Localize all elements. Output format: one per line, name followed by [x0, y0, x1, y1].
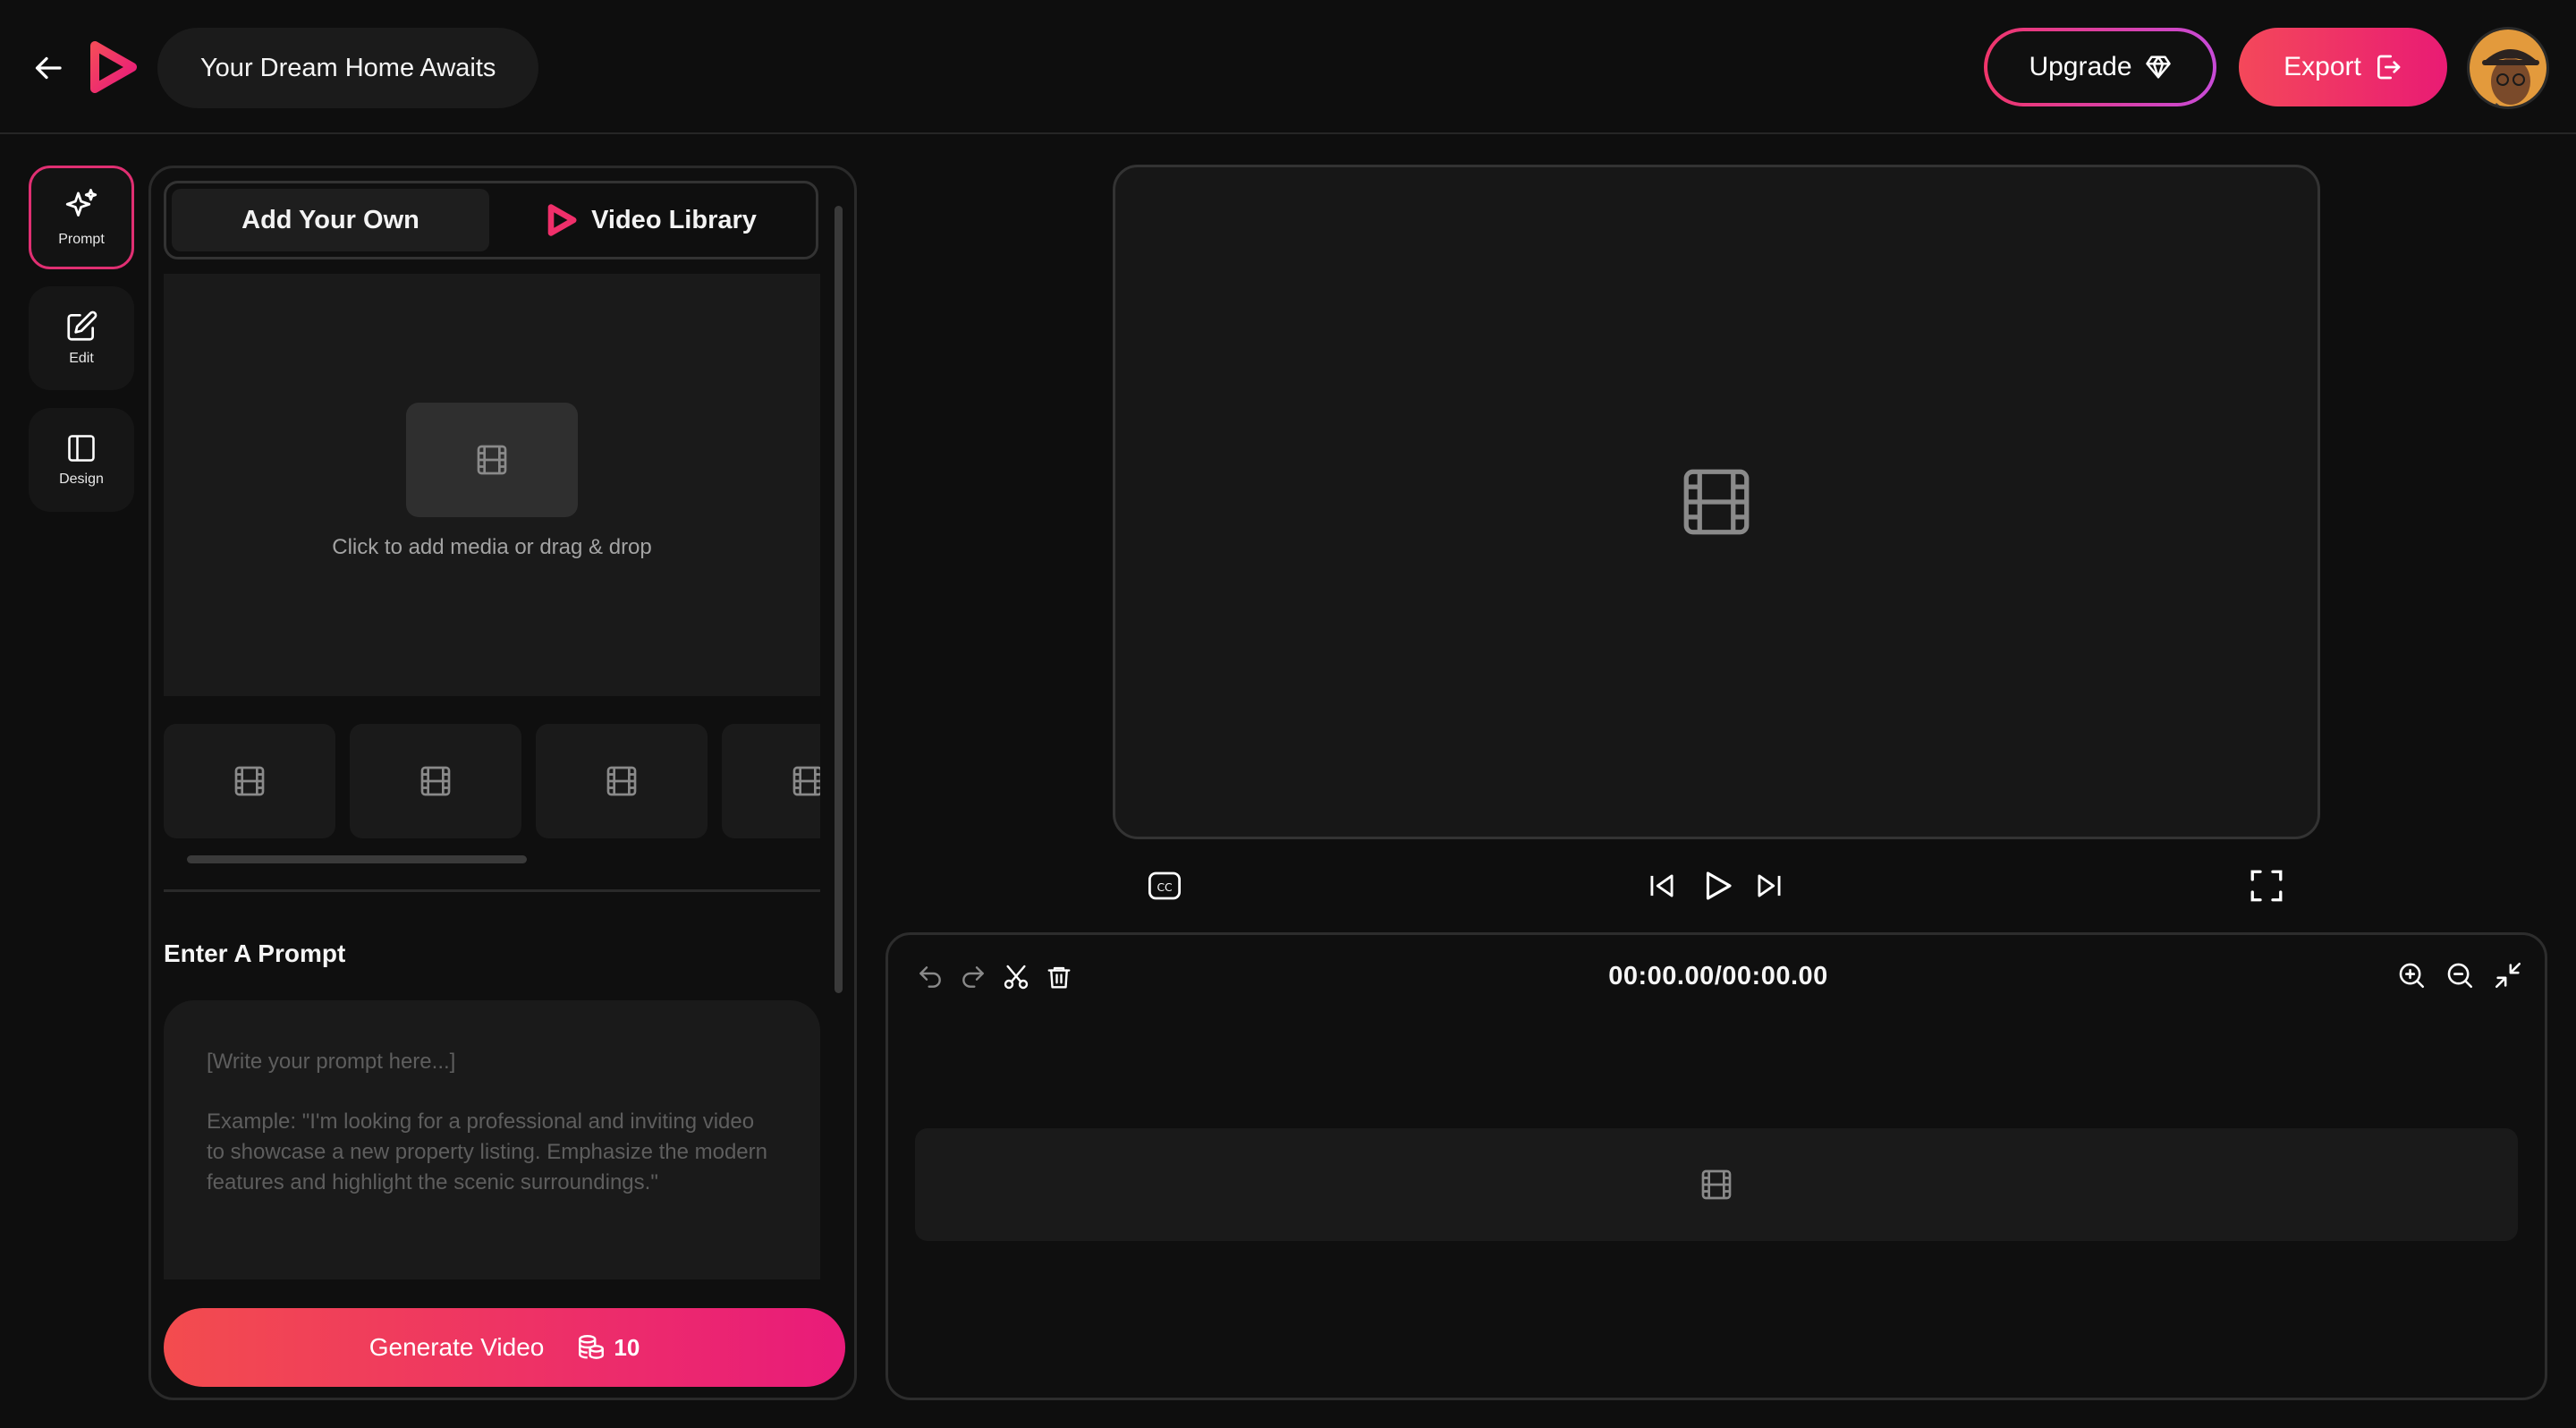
timeline-track[interactable] [915, 1128, 2518, 1241]
top-bar: Your Dream Home Awaits Upgrade Export [0, 0, 2576, 134]
media-thumbnail[interactable] [536, 724, 708, 838]
media-thumbnail[interactable] [722, 724, 820, 838]
play-icon[interactable] [1698, 866, 1737, 905]
export-button[interactable]: Export [2239, 28, 2447, 106]
media-thumbnail[interactable] [164, 724, 335, 838]
tab-add-your-own[interactable]: Add Your Own [172, 189, 489, 251]
export-label: Export [2284, 52, 2361, 81]
generate-label: Generate Video [369, 1333, 545, 1361]
film-icon [1699, 1167, 1734, 1203]
project-title[interactable]: Your Dream Home Awaits [157, 28, 539, 108]
timeline-panel: 00:00.00/00:00.00 [886, 932, 2547, 1400]
rail-item-prompt[interactable]: Prompt [29, 166, 134, 269]
layout-icon [65, 432, 97, 464]
cc-label: CC [1157, 881, 1172, 894]
diamond-icon [2145, 54, 2172, 81]
film-icon [232, 763, 267, 799]
drop-zone-text: Click to add media or drag & drop [332, 535, 652, 559]
collapse-icon[interactable] [2493, 960, 2523, 990]
upgrade-label: Upgrade [2029, 52, 2132, 81]
media-drop-zone[interactable]: Click to add media or drag & drop [164, 274, 820, 696]
avatar[interactable] [2467, 27, 2549, 109]
film-icon [604, 763, 640, 799]
rail-item-edit[interactable]: Edit [29, 286, 134, 390]
film-icon [418, 763, 453, 799]
back-arrow-icon[interactable] [27, 46, 72, 90]
panel-scrollbar[interactable] [835, 206, 843, 993]
prompt-textarea[interactable]: [Write your prompt here...] Example: "I'… [164, 1000, 820, 1279]
fullscreen-icon[interactable] [2247, 866, 2286, 905]
app-logo-icon[interactable] [88, 40, 138, 94]
rail-item-label: Prompt [58, 232, 105, 247]
timeline-zoom-tools [2396, 960, 2523, 990]
prompt-placeholder: [Write your prompt here...] [207, 1050, 456, 1074]
media-panel: Add Your Own Video Library Click to add … [148, 166, 857, 1400]
skip-forward-icon[interactable] [1751, 868, 1787, 904]
credits-badge: 10 [576, 1332, 640, 1363]
film-icon [1676, 462, 1757, 542]
zoom-in-icon[interactable] [2396, 960, 2427, 990]
credits-count: 10 [614, 1333, 640, 1361]
media-thumbnail[interactable] [350, 724, 521, 838]
media-tabs: Add Your Own Video Library [164, 181, 818, 259]
upgrade-button[interactable]: Upgrade [1984, 28, 2216, 106]
media-thumbnails [164, 724, 820, 838]
skip-back-icon[interactable] [1644, 868, 1680, 904]
film-icon [790, 763, 820, 799]
generate-video-button[interactable]: Generate Video 10 [164, 1308, 845, 1387]
timecode-display: 00:00.00/00:00.00 [1608, 962, 1828, 990]
tab-label: Add Your Own [242, 205, 419, 234]
rail-item-design[interactable]: Design [29, 408, 134, 512]
tab-label: Video Library [591, 205, 757, 234]
captions-icon[interactable]: CC [1145, 866, 1184, 905]
sparkle-icon [63, 187, 100, 225]
prompt-example: Example: "I'm looking for a professional… [207, 1109, 767, 1194]
video-library-logo-icon [547, 204, 577, 236]
film-icon [406, 403, 578, 517]
coins-icon [576, 1332, 606, 1363]
rail-item-label: Design [59, 472, 104, 487]
thumbnail-scrollbar[interactable] [187, 855, 527, 863]
video-preview[interactable] [1113, 165, 2320, 839]
tab-video-library[interactable]: Video Library [493, 189, 810, 251]
export-icon [2374, 53, 2402, 81]
prompt-heading: Enter A Prompt [164, 939, 346, 967]
edit-icon [64, 310, 98, 344]
divider [164, 889, 820, 892]
zoom-out-icon[interactable] [2445, 960, 2475, 990]
rail-item-label: Edit [69, 351, 94, 366]
